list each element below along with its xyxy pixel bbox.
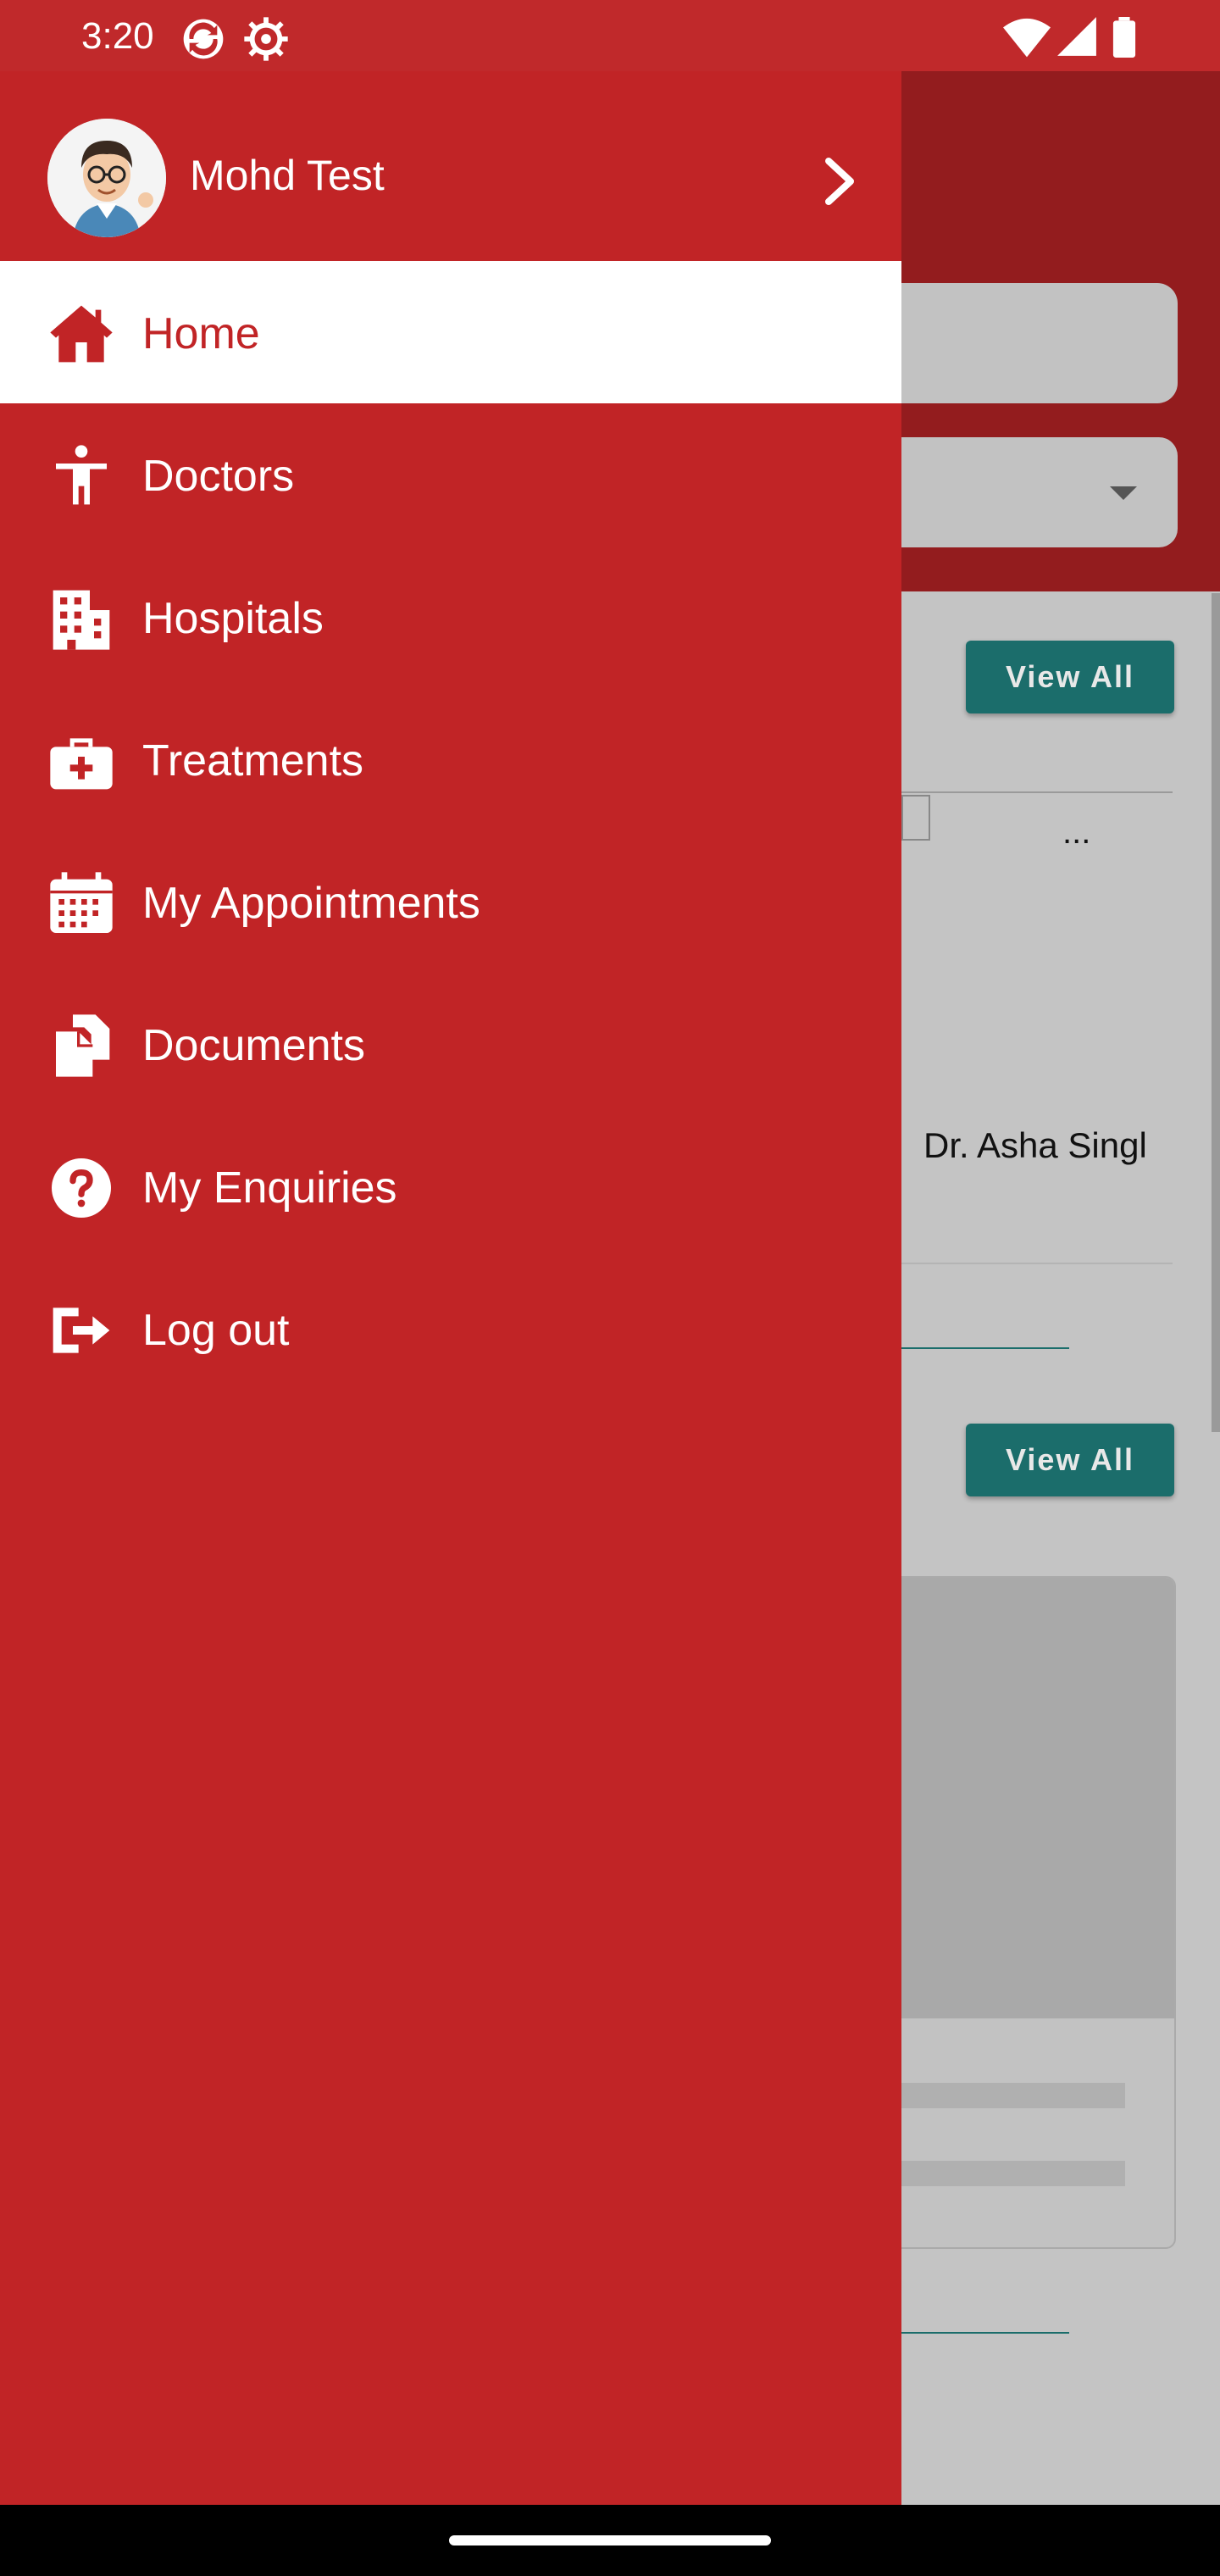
settings-icon xyxy=(242,15,290,67)
chevron-right-icon xyxy=(820,154,859,213)
drawer-item-doctors[interactable]: Doctors xyxy=(0,403,901,546)
medical-kit-icon xyxy=(47,727,115,795)
logout-icon xyxy=(47,1296,115,1364)
home-icon xyxy=(47,300,115,368)
broken-image-icon xyxy=(900,793,932,845)
avatar xyxy=(47,119,166,237)
drawer-item-label: Hospitals xyxy=(142,594,324,643)
drawer-item-my-enquiries[interactable]: My Enquiries xyxy=(0,1115,901,1257)
status-time: 3:20 xyxy=(81,15,154,57)
background-dropdown xyxy=(873,437,1178,547)
signal-icon xyxy=(1056,15,1098,62)
scrollbar[interactable] xyxy=(1212,593,1220,1432)
profile-header[interactable]: Mohd Test xyxy=(0,71,901,261)
drawer-item-label: Log out xyxy=(142,1306,290,1355)
help-icon xyxy=(47,1154,115,1222)
background-search-field xyxy=(873,283,1178,403)
background-card xyxy=(881,1576,1176,2249)
link-underline xyxy=(901,2332,1069,2334)
dropdown-caret-icon xyxy=(1110,486,1137,500)
divider xyxy=(901,1263,1173,1264)
person-icon xyxy=(47,442,115,510)
more-ellipsis: ... xyxy=(1062,813,1091,851)
divider xyxy=(901,791,1173,793)
wifi-icon xyxy=(1003,15,1051,64)
placeholder-bar xyxy=(883,2161,1125,2186)
drawer-item-log-out[interactable]: Log out xyxy=(0,1257,901,1400)
link-underline xyxy=(901,1347,1069,1349)
calendar-icon xyxy=(47,869,115,937)
user-name: Mohd Test xyxy=(190,152,385,199)
drawer-item-label: Home xyxy=(142,309,260,358)
drawer-item-home[interactable]: Home xyxy=(0,261,901,403)
card-image-placeholder xyxy=(883,1578,1174,2018)
view-all-button-hospitals[interactable]: View All xyxy=(966,1424,1174,1496)
documents-icon xyxy=(47,1012,115,1080)
drawer-item-label: Doctors xyxy=(142,452,295,501)
sync-icon xyxy=(180,15,227,67)
view-all-button-doctors[interactable]: View All xyxy=(966,641,1174,713)
building-icon xyxy=(47,585,115,652)
battery-icon xyxy=(1112,17,1137,62)
drawer-item-label: My Enquiries xyxy=(142,1163,397,1213)
drawer-menu: Home Doctors Hospitals Treatments My App… xyxy=(0,261,901,1400)
status-bar: 3:20 xyxy=(0,0,1220,71)
drawer-item-hospitals[interactable]: Hospitals xyxy=(0,546,901,688)
drawer-item-my-appointments[interactable]: My Appointments xyxy=(0,830,901,973)
drawer-item-label: Treatments xyxy=(142,736,364,786)
placeholder-bar xyxy=(883,2083,1125,2108)
drawer-item-label: Documents xyxy=(142,1021,365,1070)
doctor-name-partial: Dr. Asha Singl xyxy=(923,1125,1147,1165)
navigation-drawer: Mohd Test Home Doctors Hospitals Treatme… xyxy=(0,71,901,2505)
home-gesture-handle[interactable] xyxy=(449,2535,771,2545)
system-navigation-bar xyxy=(0,2505,1220,2576)
drawer-item-treatments[interactable]: Treatments xyxy=(0,688,901,830)
drawer-item-documents[interactable]: Documents xyxy=(0,973,901,1115)
drawer-item-label: My Appointments xyxy=(142,879,480,928)
